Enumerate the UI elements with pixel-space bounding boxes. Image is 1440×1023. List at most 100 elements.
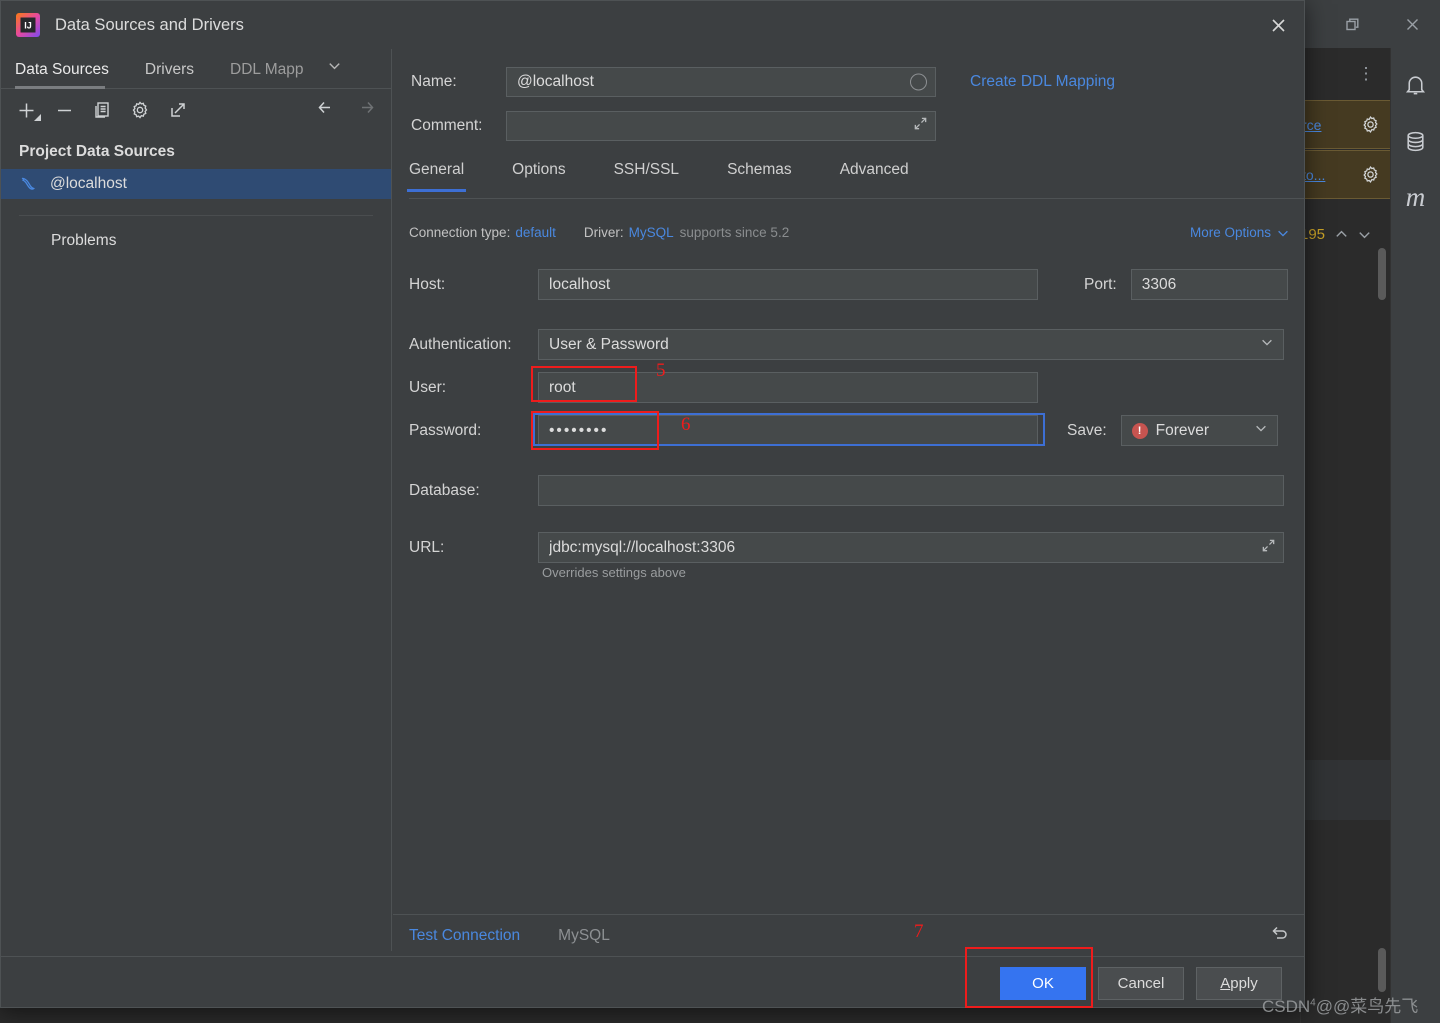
- ide-tool-rail: m: [1390, 48, 1440, 1023]
- navigate-forward-button: [356, 97, 377, 123]
- sidebar-item-problems[interactable]: Problems: [1, 216, 391, 250]
- tab-ddl-mappings[interactable]: DDL Mapp: [230, 61, 320, 88]
- annotation-label-5: 5: [656, 360, 666, 381]
- data-sources-dialog: IJ Data Sources and Drivers Data Sources…: [0, 0, 1305, 1008]
- save-select[interactable]: ! Forever: [1120, 415, 1278, 446]
- dropdown-arrow-icon: [34, 114, 41, 121]
- intellij-logo-icon: IJ: [16, 13, 40, 37]
- undo-icon[interactable]: [1268, 922, 1290, 949]
- settings-tabs: General Options SSH/SSL Schemas Advanced: [406, 161, 1304, 199]
- ide-match-count: 195: [1300, 220, 1390, 248]
- create-ddl-mapping-link[interactable]: Create DDL Mapping: [970, 73, 1115, 91]
- data-sources-left-panel: Data Sources Drivers DDL Mapp Project Da…: [1, 49, 392, 951]
- watermark-text: @@菜鸟先飞: [1315, 997, 1419, 1016]
- authentication-value: User & Password: [549, 335, 669, 353]
- database-label: Database:: [409, 481, 480, 499]
- notification-link[interactable]: to...: [1302, 167, 1325, 183]
- data-source-settings-panel: Name: Create DDL Mapping Comment: Gener: [393, 49, 1304, 914]
- database-icon[interactable]: [1401, 126, 1431, 156]
- save-label: Save:: [1067, 421, 1107, 439]
- ide-restore-button[interactable]: [1322, 0, 1382, 48]
- url-input[interactable]: [538, 532, 1284, 563]
- annotation-label-7: 7: [914, 921, 924, 942]
- add-data-source-button[interactable]: [15, 99, 41, 121]
- comment-input[interactable]: [506, 111, 936, 141]
- external-link-icon[interactable]: [167, 99, 189, 121]
- svg-text:IJ: IJ: [24, 21, 32, 31]
- ide-more-menu-icon[interactable]: ⋮: [1355, 58, 1377, 88]
- gear-icon[interactable]: [1361, 115, 1380, 134]
- database-row: Database:: [409, 475, 1304, 506]
- chevron-down-icon: [1254, 421, 1268, 440]
- url-row: URL:: [409, 532, 1304, 563]
- more-options-button[interactable]: More Options: [1190, 225, 1290, 240]
- user-label: User:: [409, 378, 447, 396]
- tab-advanced[interactable]: Advanced: [840, 161, 909, 191]
- warning-icon: !: [1131, 422, 1148, 439]
- chevron-up-icon: [1336, 230, 1347, 237]
- tab-drivers[interactable]: Drivers: [145, 61, 210, 88]
- name-input[interactable]: [506, 67, 936, 97]
- tab-general[interactable]: General: [406, 161, 467, 192]
- host-row: Host: Port:: [409, 269, 1304, 300]
- authentication-row: Authentication: User & Password: [409, 329, 1304, 360]
- tab-schemas[interactable]: Schemas: [727, 161, 792, 191]
- ok-button[interactable]: OK: [1000, 966, 1086, 1000]
- apply-rest: pply: [1230, 974, 1258, 992]
- remove-data-source-button[interactable]: [53, 99, 75, 121]
- more-options-label: More Options: [1189, 225, 1271, 240]
- maven-icon[interactable]: m: [1401, 182, 1431, 212]
- user-row: User:: [409, 372, 1304, 403]
- duplicate-icon[interactable]: [91, 99, 113, 121]
- comment-row: Comment:: [411, 111, 1291, 141]
- ide-notification-card[interactable]: to...: [1300, 150, 1390, 199]
- ide-close-button[interactable]: [1382, 0, 1440, 48]
- password-input[interactable]: [538, 415, 1038, 446]
- ide-editor-band: [1300, 760, 1390, 820]
- authentication-label: Authentication:: [409, 335, 512, 353]
- left-panel-tabs: Data Sources Drivers DDL Mapp: [1, 49, 391, 89]
- tab-options[interactable]: Options: [512, 161, 565, 191]
- name-label: Name:: [411, 73, 457, 90]
- left-panel-toolbar: [1, 89, 391, 131]
- dialog-titlebar: IJ Data Sources and Drivers: [1, 1, 1304, 49]
- host-input[interactable]: [538, 269, 1038, 300]
- color-swatch-icon[interactable]: [910, 73, 927, 91]
- tab-ssh-ssl[interactable]: SSH/SSL: [614, 161, 679, 191]
- driver-label: Driver:: [583, 225, 624, 240]
- port-input[interactable]: [1130, 269, 1288, 300]
- driver-value[interactable]: MySQL: [629, 225, 674, 240]
- test-connection-link[interactable]: Test Connection: [409, 927, 520, 945]
- dialog-button-bar: OK Cancel Apply: [1, 956, 1304, 1007]
- authentication-select[interactable]: User & Password: [538, 329, 1284, 360]
- ide-notification-card[interactable]: rce: [1300, 100, 1390, 149]
- save-value: Forever: [1155, 421, 1210, 439]
- connection-meta-row: Connection type: default Driver: MySQL s…: [409, 225, 1304, 240]
- chevron-down-icon[interactable]: [326, 57, 343, 88]
- name-row: Name: Create DDL Mapping: [411, 67, 1291, 97]
- apply-mnemonic: A: [1220, 974, 1231, 992]
- gear-icon[interactable]: [1361, 165, 1380, 184]
- footer-driver-label: MySQL: [558, 926, 610, 944]
- cancel-button[interactable]: Cancel: [1098, 966, 1184, 1000]
- dialog-title: Data Sources and Drivers: [55, 15, 244, 34]
- host-label: Host:: [409, 275, 446, 293]
- chevron-down-icon: [1260, 335, 1274, 354]
- connection-type-value[interactable]: default: [515, 225, 556, 240]
- bell-icon[interactable]: [1401, 70, 1431, 100]
- ide-scrollbar-thumb[interactable]: [1378, 948, 1386, 992]
- expand-icon[interactable]: [1261, 538, 1276, 558]
- annotation-label-6: 6: [681, 414, 691, 435]
- database-input[interactable]: [538, 475, 1284, 506]
- expand-icon[interactable]: [913, 116, 928, 136]
- url-override-note: Overrides settings above: [542, 565, 686, 580]
- gear-icon[interactable]: [129, 99, 151, 121]
- driver-support-note: supports since 5.2: [679, 225, 790, 240]
- sidebar-item-localhost[interactable]: @localhost: [1, 169, 391, 199]
- ide-scrollbar-thumb[interactable]: [1378, 248, 1386, 300]
- dialog-close-button[interactable]: [1252, 1, 1304, 49]
- connection-type-label: Connection type:: [409, 225, 511, 240]
- navigate-back-button[interactable]: [315, 97, 336, 123]
- user-input[interactable]: [538, 372, 1038, 403]
- tab-data-sources[interactable]: Data Sources: [15, 61, 125, 89]
